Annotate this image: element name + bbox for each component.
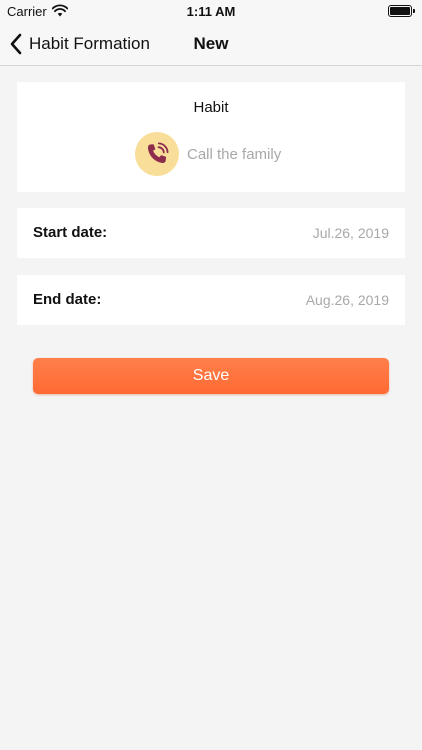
status-time: 1:11 AM (186, 4, 236, 19)
battery-icon (388, 5, 415, 17)
start-date-row[interactable]: Start date: Jul.26, 2019 (17, 208, 405, 258)
screen: Carrier 1:11 AM Habit Formation New Habi… (0, 0, 422, 750)
chevron-left-icon (10, 33, 22, 55)
end-date-label: End date: (33, 291, 102, 308)
save-button[interactable]: Save (33, 358, 389, 394)
navigation-bar: Habit Formation New (0, 22, 422, 66)
back-label: Habit Formation (29, 34, 150, 53)
start-date-label: Start date: (33, 224, 108, 241)
phone-ringing-icon (135, 132, 179, 176)
end-date-value: Aug.26, 2019 (305, 292, 389, 308)
habit-card: Habit Call the family (17, 82, 405, 192)
habit-section-title: Habit (193, 99, 229, 116)
start-date-value: Jul.26, 2019 (312, 225, 389, 241)
status-bar: Carrier 1:11 AM (0, 0, 422, 22)
page-title: New (193, 34, 229, 53)
habit-selector[interactable]: Call the family (135, 132, 281, 176)
habit-name: Call the family (187, 145, 282, 163)
end-date-row[interactable]: End date: Aug.26, 2019 (17, 275, 405, 325)
back-button[interactable]: Habit Formation (9, 22, 150, 66)
